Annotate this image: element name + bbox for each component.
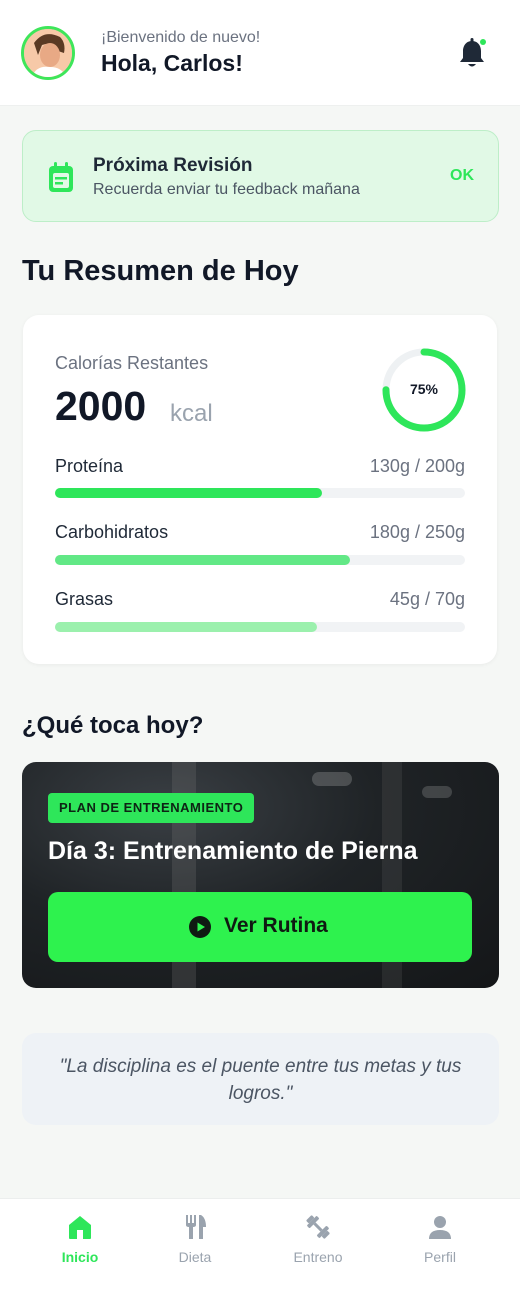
fork-knife-icon	[186, 1215, 206, 1239]
user-icon	[429, 1216, 451, 1239]
motivational-quote-card: "La disciplina es el puente entre tus me…	[22, 1033, 499, 1125]
quote-text: "La disciplina es el puente entre tus me…	[59, 1056, 462, 1104]
greeting-title: Hola, Carlos!	[101, 50, 243, 76]
bell-icon	[460, 38, 486, 67]
tab-label-inicio: Inicio	[61, 1249, 99, 1265]
notification-dot	[480, 39, 486, 45]
macro-value-carbs: 180g / 250g	[369, 522, 465, 542]
macro-fill-protein	[55, 488, 322, 498]
reminder-text: Recuerda enviar tu feedback mañana	[93, 181, 360, 198]
workout-title: Día 3: Entrenamiento de Pierna	[48, 837, 418, 865]
view-routine-label: Ver Rutina	[224, 914, 328, 937]
workout-card[interactable]: PLAN DE ENTRENAMIENTO Día 3: Entrenamien…	[22, 762, 499, 988]
workout-plan-badge: PLAN DE ENTRENAMIENTO	[48, 793, 255, 823]
gym-background-light	[422, 786, 452, 798]
macro-bar-protein	[55, 488, 465, 498]
macro-fill-fats	[55, 622, 318, 632]
calendar-icon	[49, 162, 73, 192]
daily-summary-card: Calorías Restantes 2000 kcal 75% Proteín…	[23, 315, 497, 664]
macro-name-carbs: Carbohidratos	[55, 522, 169, 542]
tab-label-entreno: Entreno	[293, 1249, 343, 1265]
home-icon	[69, 1216, 91, 1239]
avatar[interactable]	[21, 26, 75, 80]
macro-name-protein: Proteína	[55, 456, 124, 476]
app-header: ¡Bienvenido de nuevo! Hola, Carlos!	[0, 0, 520, 106]
tab-perfil[interactable]: Perfil	[385, 1199, 495, 1298]
gym-background-light	[312, 772, 352, 786]
today-section-title: ¿Qué toca hoy?	[22, 712, 204, 739]
calories-unit: kcal	[170, 400, 213, 427]
calories-value: 2000	[55, 383, 147, 429]
macro-bar-carbs	[55, 555, 465, 565]
avatar-image	[24, 29, 72, 77]
macro-fill-carbs	[55, 555, 351, 565]
tab-label-perfil: Perfil	[424, 1249, 456, 1265]
view-routine-button[interactable]: Ver Rutina	[48, 892, 472, 962]
tab-inicio[interactable]: Inicio	[25, 1199, 135, 1298]
tab-label-dieta: Dieta	[178, 1249, 212, 1265]
tab-dieta[interactable]: Dieta	[140, 1199, 250, 1298]
macro-bar-fats	[55, 622, 465, 632]
macro-value-fats: 45g / 70g	[389, 589, 465, 609]
dumbbell-icon	[306, 1215, 330, 1239]
reminder-card: Próxima Revisión Recuerda enviar tu feed…	[22, 130, 499, 222]
progress-percent-label: 75%	[409, 381, 439, 397]
summary-section-title: Tu Resumen de Hoy	[22, 255, 299, 287]
tab-entreno[interactable]: Entreno	[263, 1199, 373, 1298]
macro-name-fats: Grasas	[55, 589, 114, 609]
play-circle-icon	[189, 916, 211, 938]
macro-value-protein: 130g / 200g	[369, 456, 465, 476]
bottom-tab-bar: Inicio Dieta Entreno Perfil	[0, 1198, 520, 1298]
calories-label: Calorías Restantes	[55, 353, 209, 373]
greeting-subtitle: ¡Bienvenido de nuevo!	[101, 29, 261, 46]
notification-bell-button[interactable]	[457, 36, 487, 70]
reminder-title: Próxima Revisión	[93, 155, 253, 176]
reminder-ok-button[interactable]: OK	[450, 167, 474, 185]
